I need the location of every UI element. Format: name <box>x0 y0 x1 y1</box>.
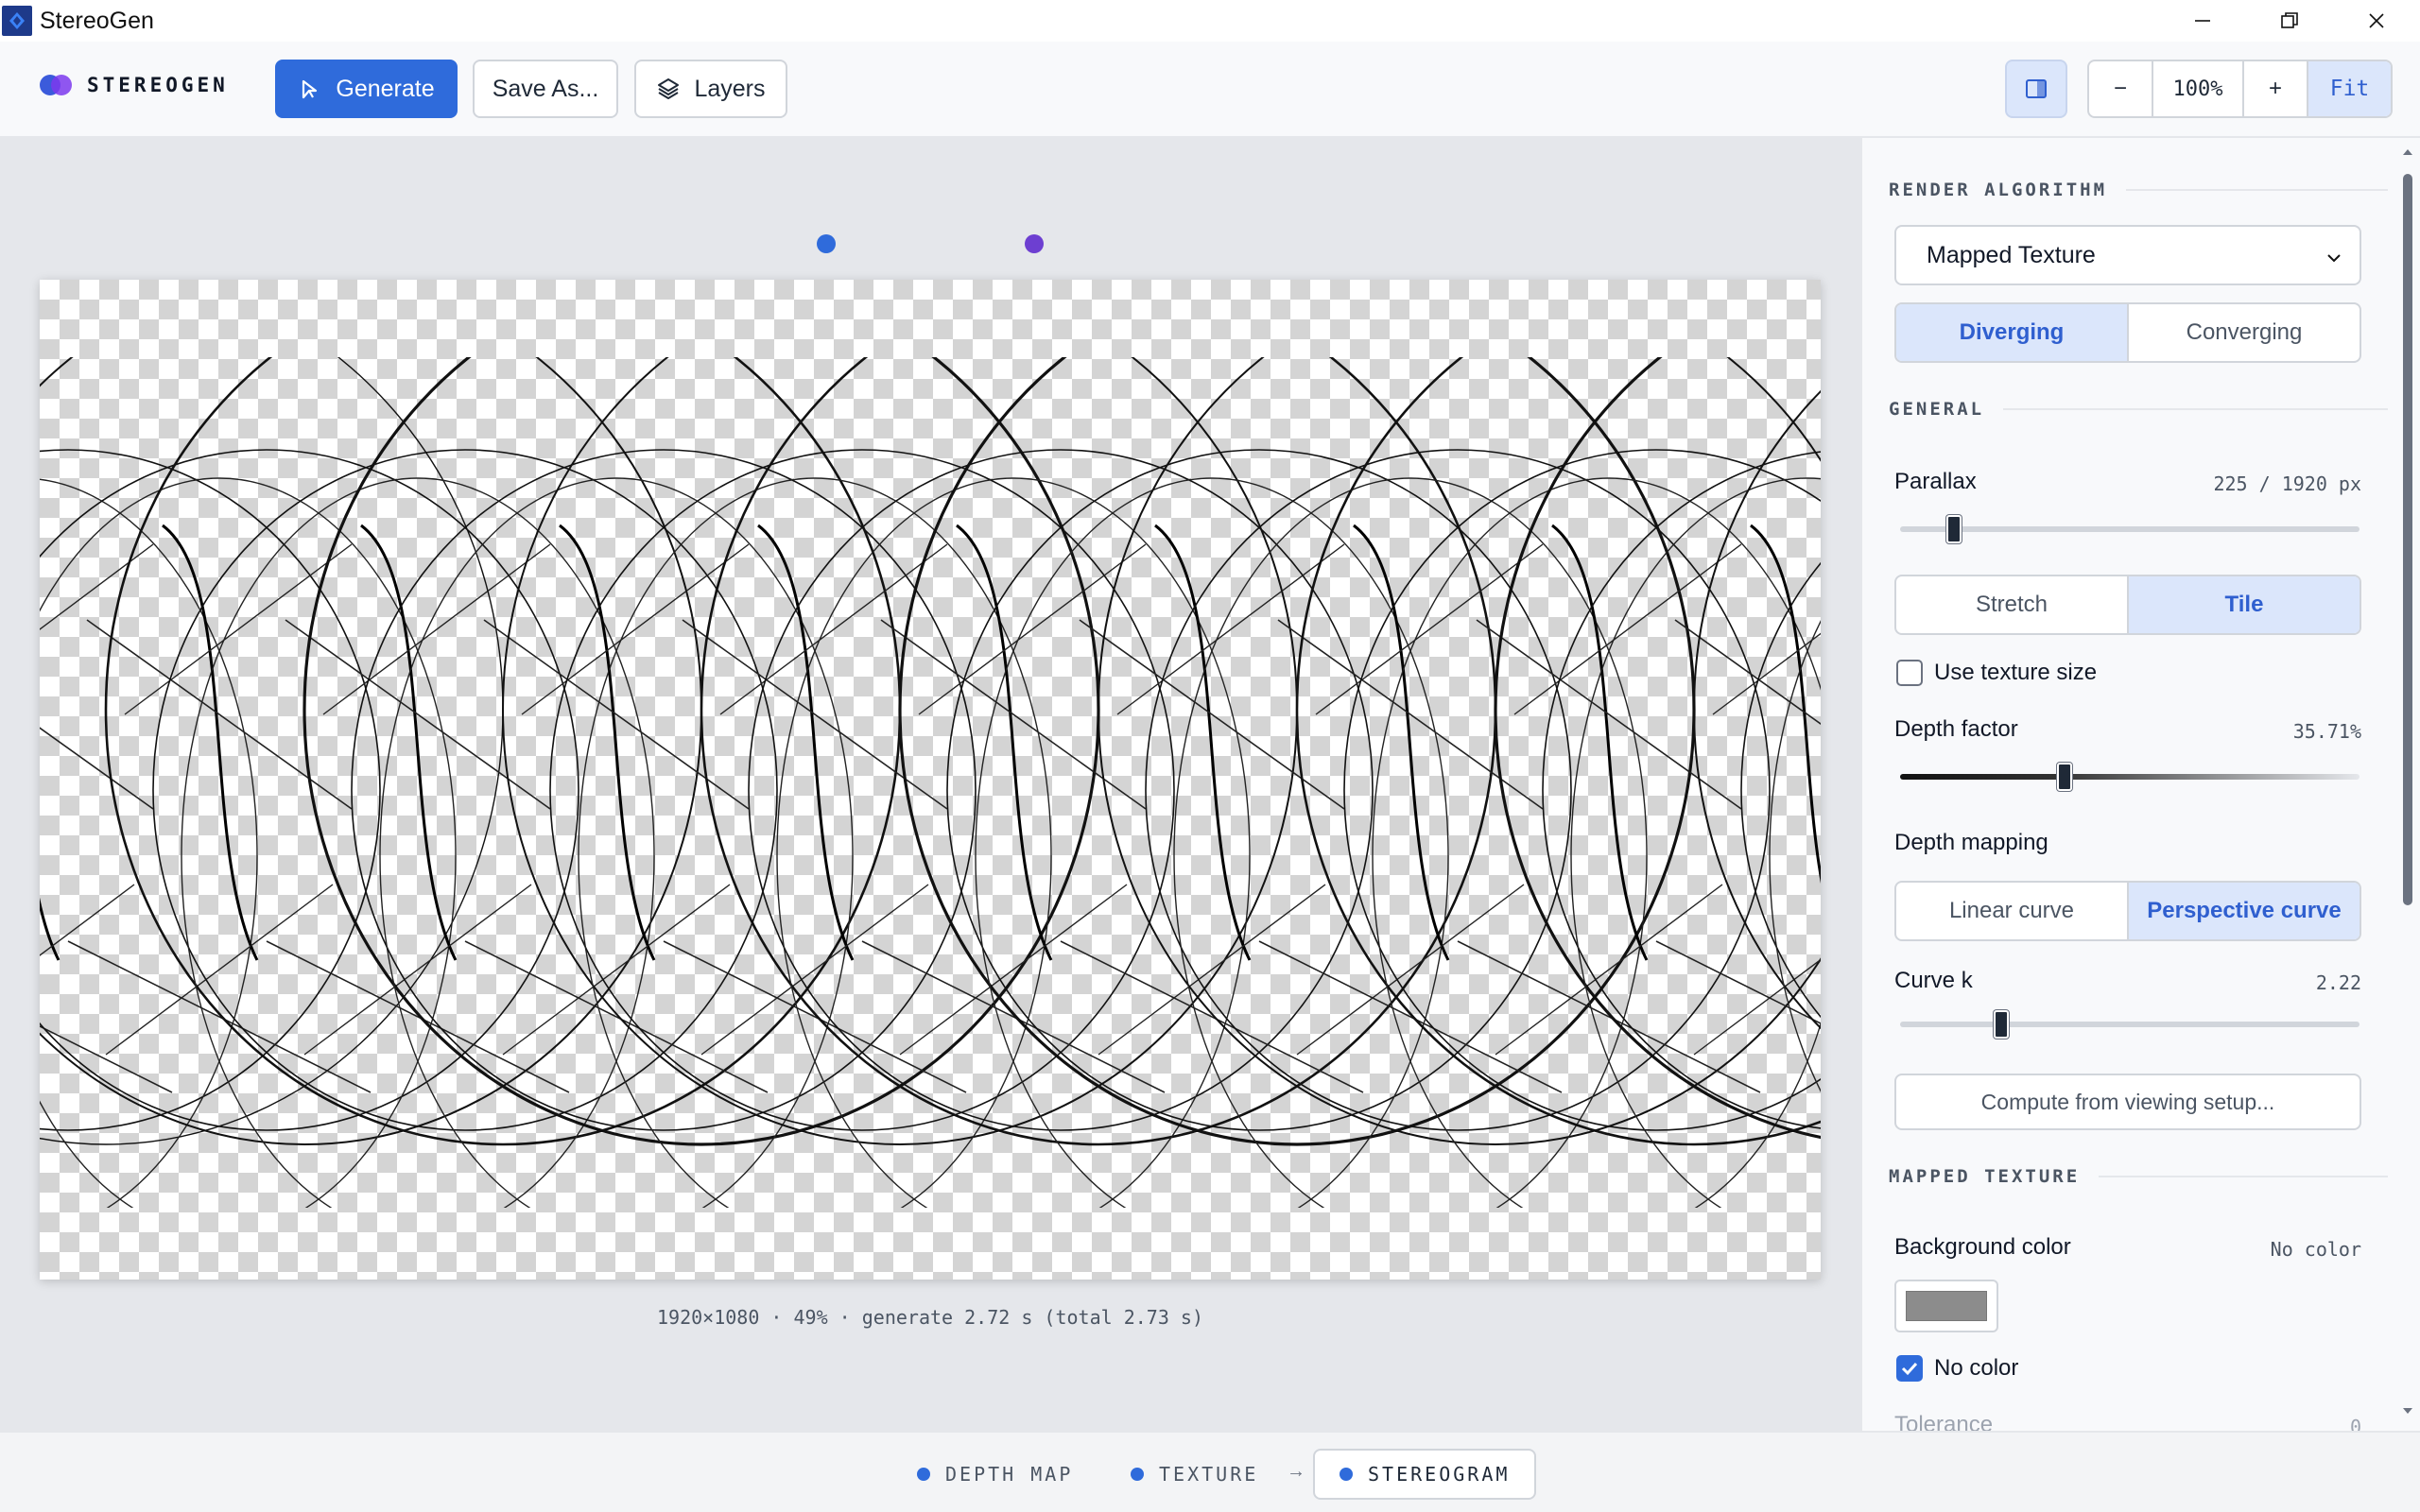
arrow-right-icon: → <box>1287 1461 1305 1482</box>
algorithm-select[interactable]: Mapped Texture <box>1894 225 2361 285</box>
title-bar: StereoGen <box>0 0 2420 42</box>
tab-stereogram-label: STEREOGRAM <box>1368 1463 1511 1486</box>
general-heading: GENERAL <box>1889 399 2388 420</box>
tab-depth-map[interactable]: DEPTH MAP <box>917 1449 1073 1500</box>
use-texture-size-label: Use texture size <box>1934 660 2098 685</box>
chevron-down-icon <box>2327 254 2341 263</box>
zoom-out-button[interactable]: − <box>2089 61 2153 116</box>
pipeline-tabs: DEPTH MAP TEXTURE → STEREOGRAM <box>0 1431 2420 1512</box>
view-mode-toggle: Diverging Converging <box>1894 302 2361 363</box>
converging-option[interactable]: Converging <box>2129 304 2360 361</box>
tab-texture[interactable]: TEXTURE <box>1131 1449 1258 1500</box>
parallax-value: 225 / 1920 px <box>2213 472 2361 495</box>
algorithm-select-value: Mapped Texture <box>1927 241 2096 268</box>
depth-factor-label: Depth factor <box>1894 716 2018 742</box>
curve-k-value: 2.22 <box>2315 971 2361 994</box>
panel-scrollbar[interactable] <box>2394 138 2420 1431</box>
save-as-label: Save As... <box>492 75 599 102</box>
status-dot <box>1340 1468 1353 1481</box>
fill-mode-toggle: Stretch Tile <box>1894 575 2361 635</box>
depth-mapping-label: Depth mapping <box>1894 830 2048 855</box>
sidebar-panel-icon <box>2026 79 2047 98</box>
scroll-down-icon[interactable] <box>2401 1404 2414 1418</box>
depth-mapping-toggle: Linear curve Perspective curve <box>1894 881 2361 941</box>
zoom-level: 100% <box>2153 61 2244 116</box>
stereogram-image <box>40 357 1821 1208</box>
layers-icon <box>658 78 680 99</box>
scrollbar-thumb[interactable] <box>2403 174 2412 905</box>
toggle-panel-button[interactable] <box>2005 60 2067 118</box>
zoom-controls: − 100% + Fit <box>2087 60 2393 118</box>
depth-factor-slider[interactable] <box>1900 763 2360 791</box>
diverging-option[interactable]: Diverging <box>1896 304 2129 361</box>
wand-icon <box>302 79 318 99</box>
tab-texture-label: TEXTURE <box>1159 1463 1259 1486</box>
parallax-slider-thumb[interactable] <box>1945 515 1962 543</box>
status-dot <box>917 1468 930 1481</box>
status-dot <box>1131 1468 1144 1481</box>
zoom-in-button[interactable]: + <box>2244 61 2308 116</box>
tolerance-label: Tolerance <box>1894 1412 1994 1431</box>
brand-name: STEREOGEN <box>87 74 229 96</box>
close-icon[interactable] <box>2333 0 2420 42</box>
scroll-up-icon[interactable] <box>2401 146 2414 159</box>
canvas-area: 1920×1080 · 49% · generate 2.72 s (total… <box>0 138 1860 1431</box>
parallax-slider[interactable] <box>1900 515 2360 543</box>
perspective-curve-option[interactable]: Perspective curve <box>2129 883 2360 939</box>
generate-button[interactable]: Generate <box>275 60 458 118</box>
compute-from-viewing-setup-button[interactable]: Compute from viewing setup... <box>1894 1074 2361 1130</box>
save-as-button[interactable]: Save As... <box>473 60 618 118</box>
background-color-swatch[interactable] <box>1894 1280 1998 1332</box>
background-color-label: Background color <box>1894 1234 2071 1260</box>
restore-icon[interactable] <box>2246 0 2333 42</box>
render-status: 1920×1080 · 49% · generate 2.72 s (total… <box>657 1306 1203 1329</box>
curve-k-slider-thumb[interactable] <box>1993 1010 2009 1039</box>
checkmark-icon <box>1901 1362 1918 1376</box>
linear-curve-option[interactable]: Linear curve <box>1896 883 2129 939</box>
left-eye-marker[interactable] <box>817 234 836 253</box>
right-eye-marker[interactable] <box>1025 234 1044 253</box>
toolbar: STEREOGEN Generate Save As... Layers − 1… <box>0 42 2420 138</box>
no-color-label: No color <box>1934 1355 2019 1381</box>
brand-logo-icon <box>40 75 74 95</box>
mapped-texture-heading: MAPPED TEXTURE <box>1889 1166 2388 1187</box>
minimize-icon[interactable] <box>2159 0 2246 42</box>
brand: STEREOGEN <box>40 74 229 96</box>
tolerance-value: 0 <box>2349 1416 2361 1431</box>
layers-button[interactable]: Layers <box>634 60 787 118</box>
tab-depth-map-label: DEPTH MAP <box>945 1463 1074 1486</box>
swatch-fill <box>1906 1291 1987 1321</box>
generate-label: Generate <box>336 75 435 102</box>
layers-label: Layers <box>694 75 766 102</box>
depth-factor-slider-thumb[interactable] <box>2056 763 2072 791</box>
use-texture-size-checkbox[interactable] <box>1896 660 1923 686</box>
stretch-option[interactable]: Stretch <box>1896 576 2129 633</box>
settings-panel: RENDER ALGORITHM Mapped Texture Divergin… <box>1860 138 2420 1431</box>
tab-stereogram[interactable]: STEREOGRAM <box>1313 1449 1537 1500</box>
app-icon <box>2 6 32 36</box>
parallax-label: Parallax <box>1894 469 1977 494</box>
curve-k-label: Curve k <box>1894 968 1973 993</box>
tile-option[interactable]: Tile <box>2129 576 2360 633</box>
stereogram-canvas[interactable] <box>40 280 1821 1280</box>
window-controls <box>2159 0 2420 42</box>
window-title: StereoGen <box>40 7 154 34</box>
no-color-checkbox[interactable] <box>1896 1355 1923 1382</box>
depth-factor-value: 35.71% <box>2292 720 2361 743</box>
zoom-fit-button[interactable]: Fit <box>2308 61 2391 116</box>
background-color-value: No color <box>2270 1238 2361 1261</box>
curve-k-slider[interactable] <box>1900 1010 2360 1039</box>
render-algorithm-heading: RENDER ALGORITHM <box>1889 180 2388 200</box>
